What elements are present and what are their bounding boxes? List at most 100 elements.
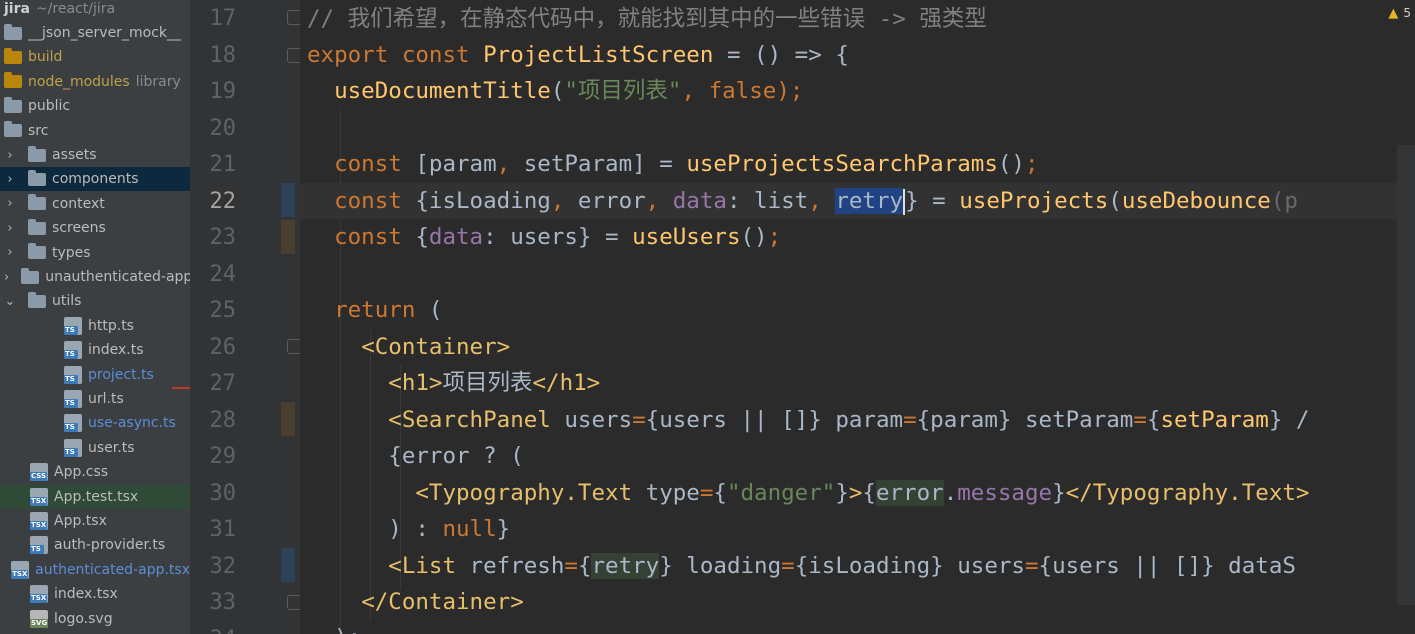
code-text: (: [415, 297, 443, 323]
jsx-attr: type: [632, 480, 700, 506]
code-line-19: useDocumentTitle("项目列表", false);: [307, 73, 803, 109]
code-line-25: return (: [307, 292, 442, 328]
file-type-badge: TSX: [30, 594, 48, 604]
code-punct: =: [781, 553, 795, 579]
tree-item[interactable]: TS url.ts: [0, 387, 190, 411]
vcs-change-marker[interactable]: [281, 220, 295, 254]
function-call: useUsers: [632, 224, 741, 250]
code-line-21: const [param, setParam] = useProjectsSea…: [307, 146, 1038, 182]
file-icon: TS: [64, 414, 82, 433]
folder-icon: [4, 121, 22, 138]
file-type-badge: TS: [64, 350, 78, 360]
tree-item[interactable]: SVG logo.svg: [0, 607, 190, 631]
project-root[interactable]: jira ~/react/jira: [0, 0, 190, 21]
code-text: }: [496, 516, 511, 542]
tree-item-label: authenticated-app.tsx: [35, 561, 190, 578]
jsx-tag: </Container>: [361, 589, 524, 615]
code-punct: =: [564, 553, 578, 579]
tree-item[interactable]: TS user.ts: [0, 436, 190, 460]
folder-icon: [28, 145, 46, 162]
code-text: );: [334, 625, 361, 634]
chevron-down-icon[interactable]: ⌄: [4, 294, 16, 309]
tree-item[interactable]: public: [0, 94, 190, 118]
tree-item[interactable]: › components: [0, 167, 190, 192]
tree-item[interactable]: src: [0, 119, 190, 143]
string-literal: "danger": [726, 480, 836, 506]
tree-item-label: context: [52, 195, 105, 212]
line-number: 26: [209, 334, 237, 360]
jsx-attr: refresh: [456, 553, 565, 579]
tree-item[interactable]: › assets: [0, 143, 190, 167]
code-punct: =: [699, 480, 714, 506]
tree-item-label: types: [52, 244, 91, 261]
tree-item[interactable]: TS http.ts: [0, 314, 190, 338]
code-text: {error ? (: [388, 443, 524, 469]
tree-item[interactable]: __json_server_mock__: [0, 21, 190, 45]
chevron-right-icon[interactable]: ›: [4, 172, 16, 187]
tree-item[interactable]: › context: [0, 192, 190, 216]
tree-item[interactable]: TS use-async.ts: [0, 411, 190, 435]
tree-item[interactable]: › screens: [0, 216, 190, 240]
code-comment: // 我们希望，在静态代码中，就能找到其中的一些错误 -> 强类型: [307, 6, 987, 32]
code-text: (: [1108, 188, 1122, 214]
code-line-27: <h1>项目列表</h1>: [307, 365, 600, 401]
function-call: useDocumentTitle: [334, 78, 551, 104]
code-text: = () => {: [713, 42, 849, 68]
tree-item[interactable]: CSS App.css: [0, 460, 190, 484]
property: data: [659, 188, 727, 214]
vcs-change-marker[interactable]: [281, 183, 295, 217]
tree-item[interactable]: TS project.ts: [0, 363, 190, 387]
tree-item-label: logo.svg: [54, 610, 113, 627]
code-punct: =: [1024, 553, 1039, 579]
folder-icon: [4, 96, 22, 113]
chevron-right-icon[interactable]: ›: [4, 221, 16, 236]
keyword: const: [334, 224, 402, 250]
tree-item-label: unauthenticated-app: [45, 269, 190, 285]
file-icon: TSX: [11, 560, 30, 579]
tree-item[interactable]: › types: [0, 241, 190, 265]
tree-item[interactable]: TSX App.test.tsx: [0, 484, 190, 509]
code-text: {isLoading: [401, 188, 551, 214]
line-number: 29: [209, 444, 237, 469]
jsx-value: {param}: [916, 407, 1012, 433]
folder-icon: [28, 291, 46, 308]
line-number: 18: [209, 42, 237, 68]
tree-item[interactable]: TS auth-provider.ts: [0, 533, 190, 557]
chevron-right-icon[interactable]: ›: [4, 245, 16, 260]
tree-item[interactable]: TSX authenticated-app.tsx: [0, 558, 190, 582]
code-text: .: [943, 480, 958, 506]
editor-scrollbar[interactable]: [1397, 145, 1415, 605]
tree-item[interactable]: ⌄ utils: [0, 289, 190, 313]
jsx-attr: param: [821, 407, 904, 433]
line-number: 17: [209, 6, 237, 31]
vcs-change-marker[interactable]: [281, 548, 295, 582]
code-editor[interactable]: // 我们希望，在静态代码中，就能找到其中的一些错误 -> 强类型 export…: [300, 0, 1415, 634]
jsx-tag: <List: [388, 553, 457, 579]
file-icon: TS: [64, 438, 82, 457]
code-punct: =: [632, 407, 646, 433]
folder-icon: [28, 194, 46, 211]
tree-item-label: public: [28, 98, 71, 115]
tree-item[interactable]: TSX App.tsx: [0, 509, 190, 533]
inspection-widget[interactable]: ▲ 5: [1388, 4, 1411, 22]
highlighted-identifier: error: [875, 480, 944, 506]
file-icon: TS: [64, 390, 82, 408]
tree-item-label: utils: [52, 293, 82, 310]
folder-icon: [28, 243, 46, 260]
line-number: 24: [209, 261, 237, 287]
tree-item[interactable]: TSX index.tsx: [0, 582, 190, 606]
vcs-change-marker[interactable]: [281, 402, 295, 436]
folder-icon: [21, 267, 40, 284]
line-number: 32: [209, 553, 237, 579]
tree-item-label: assets: [52, 147, 97, 163]
selected-text: retry: [835, 188, 904, 214]
chevron-right-icon[interactable]: ›: [4, 270, 9, 285]
chevron-right-icon[interactable]: ›: [4, 196, 16, 211]
tree-item[interactable]: TS index.ts: [0, 338, 190, 362]
jsx-attr: setParam: [1011, 407, 1134, 433]
component-name: ProjectListScreen: [483, 42, 714, 68]
tree-item[interactable]: build: [0, 45, 190, 69]
tree-item[interactable]: › unauthenticated-app: [0, 265, 190, 289]
tree-item[interactable]: node_modules library: [0, 70, 190, 94]
chevron-right-icon[interactable]: ›: [4, 148, 16, 163]
